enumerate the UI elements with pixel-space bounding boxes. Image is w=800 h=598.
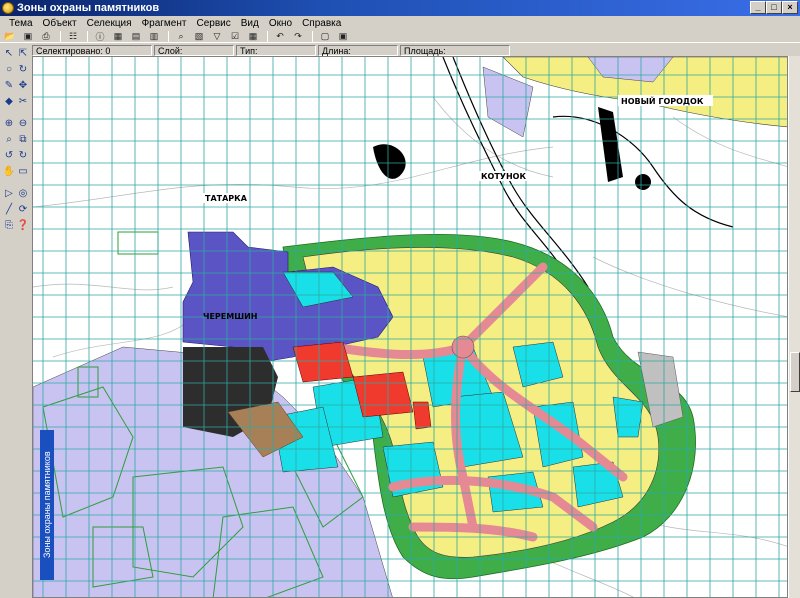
zoom-icon[interactable]: ⌕ xyxy=(173,30,189,42)
print-icon[interactable]: ⎙ xyxy=(38,30,54,42)
app-icon xyxy=(2,2,14,14)
close-button[interactable]: × xyxy=(782,1,798,14)
menu-bar: Тема Объект Селекция Фрагмент Сервис Вид… xyxy=(0,16,800,30)
status-area: Площадь: xyxy=(400,44,510,56)
status-type: Тип: xyxy=(236,44,316,56)
redo-icon[interactable]: ↷ xyxy=(290,30,306,42)
menu-object[interactable]: Объект xyxy=(38,18,82,29)
map-canvas[interactable]: НОВЫЙ ГОРОДОК ТАТАРКА ЧЕРЕМШИН КОТУНОК xyxy=(33,57,788,598)
menu-service[interactable]: Сервис xyxy=(191,18,235,29)
undo-icon[interactable]: ↶ xyxy=(272,30,288,42)
filter-icon[interactable]: ▽ xyxy=(209,30,225,42)
view-icon[interactable]: ▣ xyxy=(335,30,351,42)
legend-icon[interactable]: ▧ xyxy=(191,30,207,42)
select-icon[interactable]: ⇱ xyxy=(16,46,30,60)
status-length: Длина: xyxy=(318,44,398,56)
info-icon[interactable]: ⓘ xyxy=(92,30,108,42)
label-tatarka: ТАТАРКА xyxy=(205,194,248,203)
zoom-out-icon[interactable]: ⊖ xyxy=(16,116,30,130)
maximize-button[interactable]: □ xyxy=(766,1,782,14)
toolbar-separator xyxy=(312,30,313,42)
rotate-right-icon[interactable]: ↻ xyxy=(16,148,30,162)
label-cheremshin: ЧЕРЕМШИН xyxy=(203,312,258,321)
menu-view[interactable]: Вид xyxy=(236,18,264,29)
toolbar-separator xyxy=(87,30,88,42)
map-view[interactable]: НОВЫЙ ГОРОДОК ТАТАРКА ЧЕРЕМШИН КОТУНОК xyxy=(32,56,788,598)
toolbar-separator xyxy=(267,30,268,42)
scrollbar-thumb[interactable] xyxy=(790,352,800,392)
pan-icon[interactable]: ✋ xyxy=(2,164,16,178)
menu-selection[interactable]: Селекция xyxy=(82,18,137,29)
vertex-icon[interactable]: ◆ xyxy=(2,94,16,108)
main-toolbar: 📂 ▣ ⎙ ☷ ⓘ ▦ ▤ ▥ ⌕ ▧ ▽ ☑ ▦ ↶ ↷ ▢ ▣ xyxy=(0,30,800,43)
table2-icon[interactable]: ▥ xyxy=(146,30,162,42)
grid2-icon[interactable]: ▦ xyxy=(245,30,261,42)
map-side-label: Зоны охраны памятников xyxy=(40,430,54,580)
vertical-scrollbar[interactable] xyxy=(788,56,800,598)
move-icon[interactable]: ✥ xyxy=(16,78,30,92)
arrow-icon[interactable]: ↖ xyxy=(2,46,16,60)
open-icon[interactable]: 📂 xyxy=(2,30,18,42)
target-icon[interactable]: ◎ xyxy=(16,186,30,200)
zoom-in-icon[interactable]: ⊕ xyxy=(2,116,16,130)
title-bar: Зоны охраны памятников _ □ × xyxy=(0,0,800,16)
pointer-icon[interactable]: ▷ xyxy=(2,186,16,200)
minimize-button[interactable]: _ xyxy=(750,1,766,14)
zoom-extent-icon[interactable]: ⧉ xyxy=(16,132,30,146)
zoom-window-icon[interactable]: ⌕ xyxy=(2,132,16,146)
copy-icon[interactable]: ⎘ xyxy=(2,218,16,232)
menu-help[interactable]: Справка xyxy=(297,18,346,29)
status-selected: Селектировано: 0 xyxy=(32,44,152,56)
split-icon[interactable]: ✂ xyxy=(16,94,30,108)
grid-icon[interactable]: ▤ xyxy=(128,30,144,42)
layers-icon[interactable]: ☷ xyxy=(65,30,81,42)
rotate-left-icon[interactable]: ↺ xyxy=(2,148,16,162)
table-icon[interactable]: ▦ xyxy=(110,30,126,42)
window-controls: _ □ × xyxy=(750,1,798,14)
refresh-icon[interactable]: ⟳ xyxy=(16,202,30,216)
select-icon[interactable]: ☑ xyxy=(227,30,243,42)
menu-window[interactable]: Окно xyxy=(264,18,297,29)
status-layer: Слой: xyxy=(154,44,234,56)
toolbar-separator xyxy=(168,30,169,42)
status-bar: Селектировано: 0 Слой: Тип: Длина: Площа… xyxy=(0,44,800,56)
save-icon[interactable]: ▣ xyxy=(20,30,36,42)
edit-icon[interactable]: ✎ xyxy=(2,78,16,92)
help-icon[interactable]: ❓ xyxy=(16,218,30,232)
measure-icon[interactable]: ▭ xyxy=(16,164,30,178)
menu-theme[interactable]: Тема xyxy=(4,18,38,29)
label-novy-gorodok: НОВЫЙ ГОРОДОК xyxy=(621,95,704,106)
lake-3 xyxy=(635,174,651,190)
toolbar-separator xyxy=(60,30,61,42)
menu-fragment[interactable]: Фрагмент xyxy=(137,18,192,29)
rotate-icon[interactable]: ↻ xyxy=(16,62,30,76)
label-kotunok: КОТУНОК xyxy=(481,172,526,181)
left-toolbox: ↖ ⇱ ○ ↻ ✎ ✥ ◆ ✂ ⊕ ⊖ ⌕ ⧉ ↺ ↻ ✋ ▭ ▷ ◎ ╱ ⟳ ⎘ ❓ xyxy=(0,44,32,598)
window-icon[interactable]: ▢ xyxy=(317,30,333,42)
window-title: Зоны охраны памятников xyxy=(17,2,160,14)
node-icon[interactable]: ○ xyxy=(2,62,16,76)
draw-icon[interactable]: ╱ xyxy=(2,202,16,216)
